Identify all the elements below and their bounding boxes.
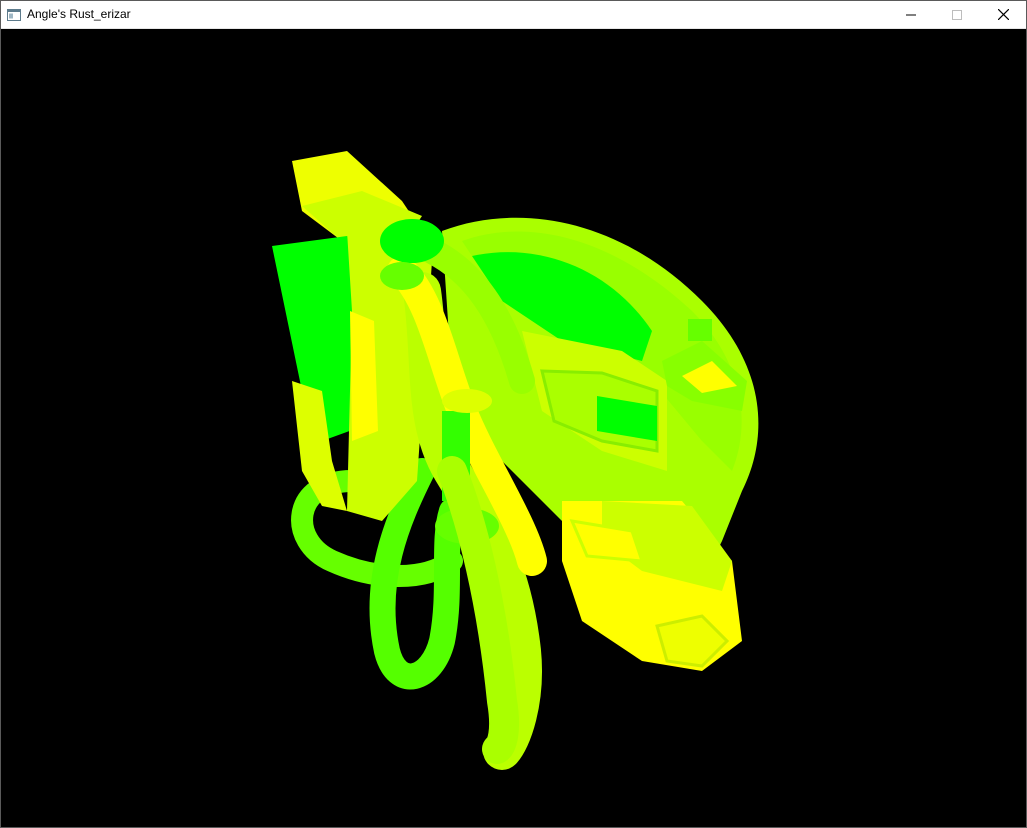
- render-viewport[interactable]: [2, 29, 1025, 826]
- minimize-icon: [906, 14, 916, 15]
- minimize-button[interactable]: [888, 1, 934, 28]
- rendered-3d-model: [272, 151, 759, 770]
- title-bar[interactable]: Angle's Rust_erizar: [1, 1, 1026, 29]
- app-window: Angle's Rust_erizar: [0, 0, 1027, 828]
- maximize-icon: [952, 9, 962, 20]
- window-title: Angle's Rust_erizar: [27, 7, 131, 21]
- close-icon: [997, 9, 1009, 20]
- maximize-button[interactable]: [934, 1, 980, 28]
- app-icon: [7, 8, 21, 21]
- close-button[interactable]: [980, 1, 1026, 28]
